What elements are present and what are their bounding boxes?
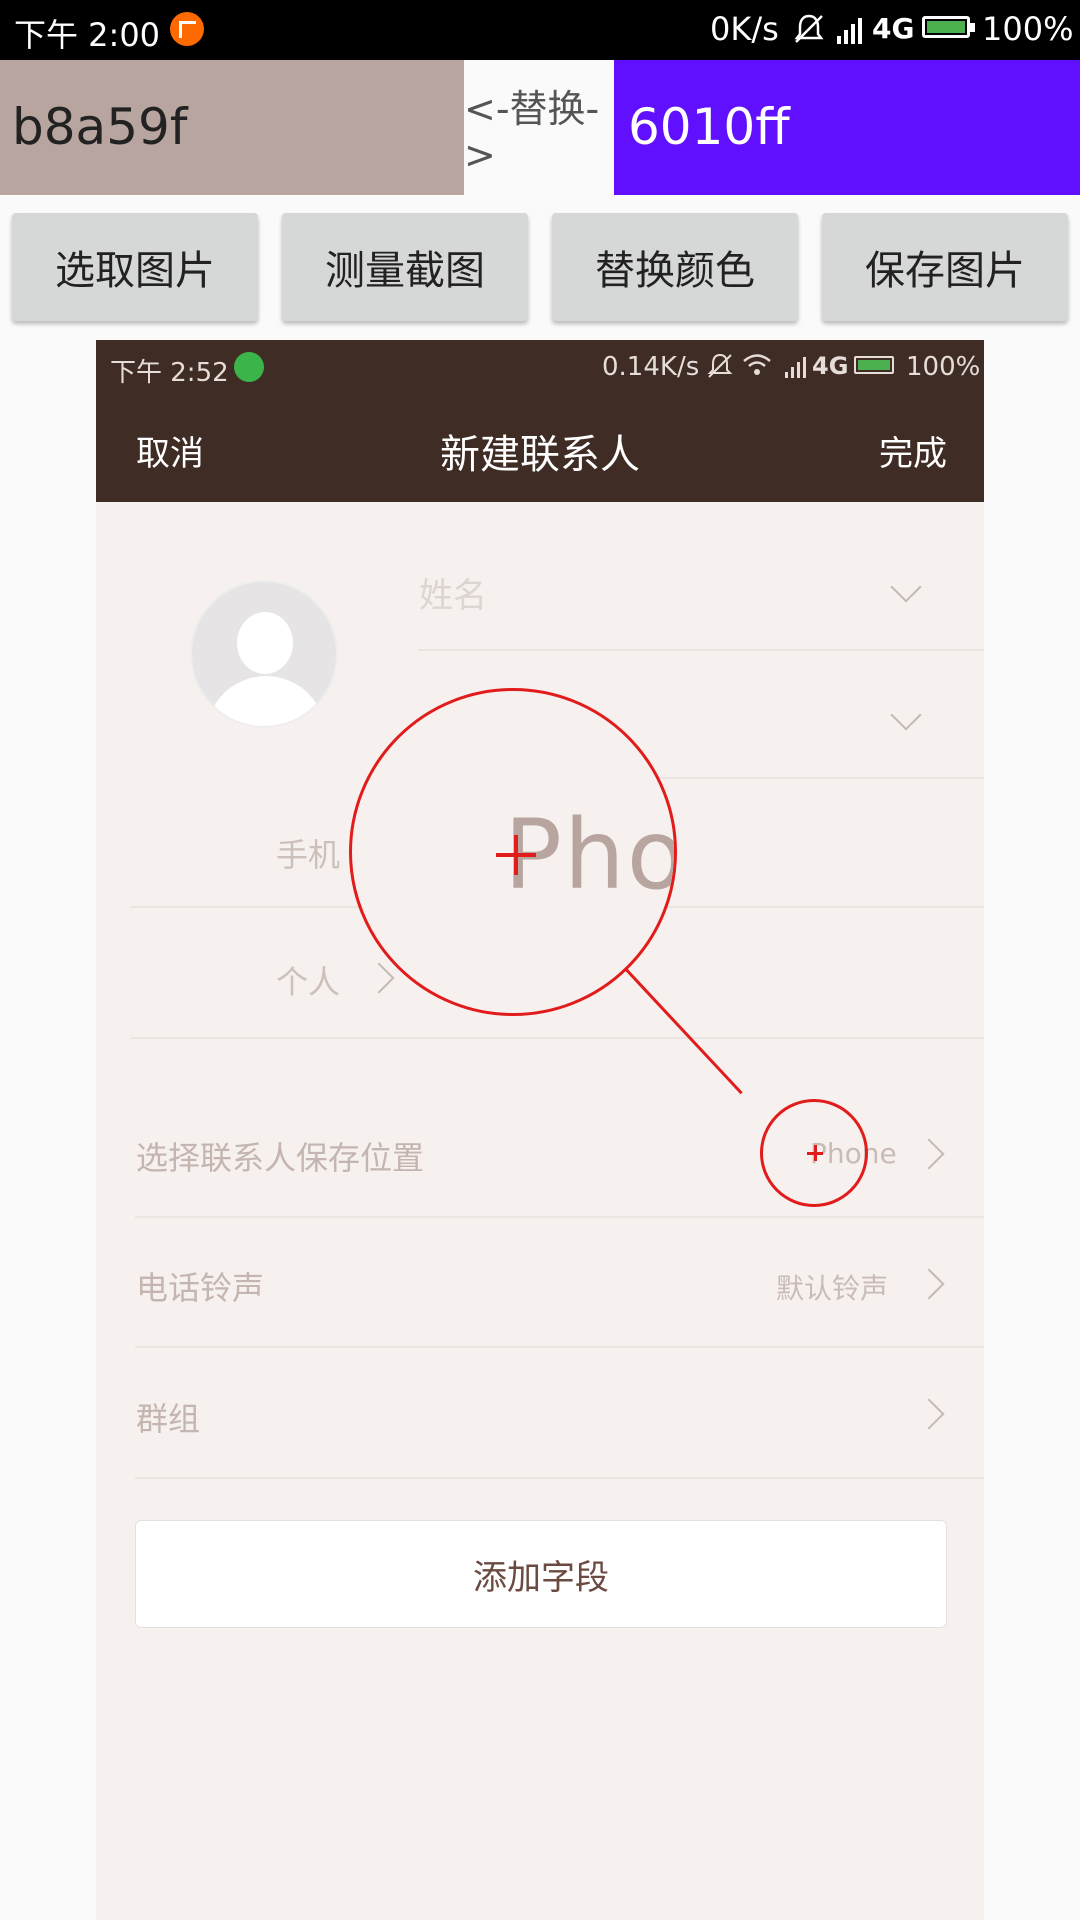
target-color-hex: 6010ff <box>628 98 790 156</box>
done-button[interactable]: 完成 <box>879 426 947 475</box>
inner-signal-icon <box>785 357 806 378</box>
save-location-label[interactable]: 选择联系人保存位置 <box>136 1133 424 1179</box>
divider <box>418 649 984 651</box>
add-field-button[interactable]: 添加字段 <box>135 1520 947 1628</box>
measure-screenshot-button[interactable]: 测量截图 <box>282 213 528 321</box>
battery-percent: 100% <box>982 10 1074 48</box>
android-icon <box>234 352 264 382</box>
status-net-speed: 0K/s <box>710 10 779 48</box>
signal-icon <box>837 18 862 44</box>
chevron-right-icon[interactable] <box>913 1268 945 1300</box>
inner-status-time: 下午 2:52 <box>110 358 229 388</box>
chevron-down-icon[interactable] <box>890 699 922 731</box>
inner-battery-icon <box>854 356 894 374</box>
save-image-button[interactable]: 保存图片 <box>822 213 1068 321</box>
divider <box>135 1477 984 1479</box>
crosshair-vertical <box>514 835 518 875</box>
ringtone-label[interactable]: 电话铃声 <box>136 1263 264 1309</box>
status-bar: 下午 2:00 0K/s 4G 100% <box>0 0 1080 60</box>
name-field[interactable]: 姓名 <box>419 568 487 617</box>
network-type: 4G <box>872 12 915 45</box>
replace-color-button[interactable]: 替换颜色 <box>552 213 798 321</box>
source-color-swatch[interactable]: b8a59f <box>0 60 464 195</box>
target-color-swatch[interactable]: 6010ff <box>614 60 1080 195</box>
status-time: 下午 2:00 <box>14 16 161 54</box>
avatar-body <box>206 676 326 726</box>
swap-label: <-替换-> <box>464 87 600 177</box>
contact-header: 下午 2:52 0.14K/s 4G 100% 取消 新建联系人 完成 <box>96 340 984 502</box>
battery-icon <box>922 16 975 38</box>
chevron-down-icon[interactable] <box>890 571 922 603</box>
ringtone-value: 默认铃声 <box>776 1272 889 1305</box>
chevron-right-icon <box>363 962 395 994</box>
group-label[interactable]: 群组 <box>136 1394 200 1440</box>
avatar[interactable] <box>190 580 338 728</box>
magnifier-lens[interactable]: Phon <box>349 688 677 1016</box>
divider <box>135 1216 984 1218</box>
avatar-head <box>237 612 293 674</box>
sample-crosshair-vertical <box>814 1145 817 1161</box>
sample-point-ring[interactable] <box>760 1099 868 1207</box>
personal-label[interactable]: 个人 <box>276 957 340 1003</box>
inner-net-speed: 0.14K/s <box>602 352 700 382</box>
chevron-right-icon[interactable] <box>913 1398 945 1430</box>
pick-image-button[interactable]: 选取图片 <box>12 213 258 321</box>
phone-label[interactable]: 手机 <box>276 830 340 876</box>
wifi-icon <box>743 354 771 375</box>
inner-mute-bell-icon <box>707 353 733 378</box>
divider <box>131 1037 984 1039</box>
chevron-right-icon[interactable] <box>913 1138 945 1170</box>
divider <box>135 1346 984 1348</box>
inner-battery-percent: 100% <box>906 352 981 382</box>
page-title: 新建联系人 <box>440 432 640 478</box>
inner-network-type: 4G <box>812 352 849 380</box>
source-color-hex: b8a59f <box>12 98 188 156</box>
mute-bell-icon <box>794 14 824 43</box>
crop-app-icon <box>170 12 204 46</box>
